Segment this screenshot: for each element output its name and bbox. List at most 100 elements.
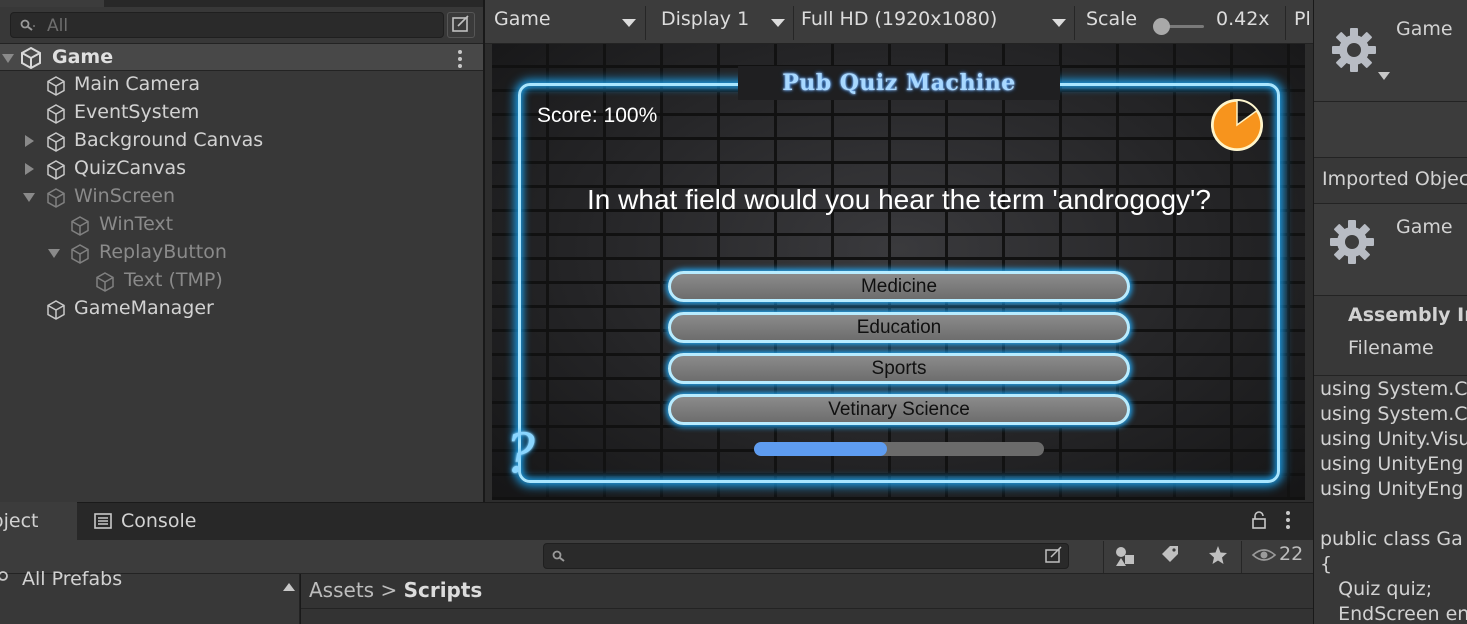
breadcrumb-assets[interactable]: Assets (309, 578, 374, 602)
display-dropdown[interactable]: Display 1 (661, 8, 749, 38)
code-line: EndScreen en (1320, 603, 1467, 624)
lock-icon[interactable] (1251, 511, 1267, 529)
answer-button-3[interactable]: Sports (668, 353, 1130, 384)
filename-label: Filename (1348, 337, 1434, 359)
expand-arrow-icon[interactable] (23, 193, 35, 202)
toolbar-divider (1074, 6, 1075, 40)
tree-item-label: EventSystem (74, 101, 200, 123)
code-line: using Unity.Visu (1320, 428, 1467, 450)
imported-object-header[interactable]: Imported Objec (1314, 158, 1467, 204)
chevron-down-icon[interactable] (622, 19, 636, 27)
tree-item-label: Background Canvas (74, 129, 264, 151)
tab-project-label: oject (0, 510, 39, 532)
scale-slider-handle[interactable] (1153, 18, 1170, 35)
inspector-script-header: Game (1314, 204, 1467, 296)
chevron-down-icon[interactable] (771, 19, 785, 27)
breadcrumb: Assets > Scripts (309, 578, 482, 602)
assembly-info-label: Assembly In (1348, 304, 1467, 326)
hierarchy-item-wintext[interactable]: WinText (0, 211, 483, 239)
timer-pie-icon (1211, 99, 1263, 151)
breadcrumb-separator: > (380, 578, 398, 602)
visible-count: 22 (1279, 543, 1304, 565)
tree-item-label: Main Camera (74, 73, 200, 95)
hierarchy-item-gamemanager[interactable]: GameManager (0, 295, 483, 323)
more-options-icon[interactable] (458, 50, 462, 68)
answer-button-1[interactable]: Medicine (668, 271, 1130, 302)
quiz-title: Pub Quiz Machine (782, 70, 1016, 96)
hierarchy-search-field[interactable]: All (10, 12, 444, 38)
expand-arrow-icon[interactable] (25, 163, 34, 175)
hierarchy-tab[interactable] (0, 0, 104, 7)
hierarchy-item-text-tmp[interactable]: Text (TMP) (0, 267, 483, 295)
search-by-type-icon[interactable] (1113, 542, 1137, 570)
tree-item-label: WinText (99, 213, 174, 235)
code-line: using System.C (1320, 403, 1467, 425)
toolbar-divider (1103, 541, 1104, 573)
hierarchy-item-eventsystem[interactable]: EventSystem (0, 99, 483, 127)
filter-icon[interactable] (1042, 545, 1066, 567)
imported-object-label: Imported Objec (1322, 168, 1467, 190)
gameobject-cube-icon (71, 244, 89, 264)
resolution-dropdown[interactable]: Full HD (1920x1080) (801, 8, 997, 38)
gameobject-cube-icon (71, 216, 89, 236)
scene-name: Game (52, 46, 114, 68)
gameobject-cube-icon (47, 132, 65, 152)
expand-arrow-icon[interactable] (48, 249, 60, 258)
toolbar-divider (645, 6, 646, 40)
all-prefabs-item[interactable]: All Prefabs (22, 568, 122, 590)
inspector-script-name: Game (1396, 216, 1453, 238)
hierarchy-item-main-camera[interactable]: Main Camera (0, 71, 483, 99)
toolbar-divider (1241, 541, 1242, 573)
answer-button-2[interactable]: Education (668, 312, 1130, 343)
view-dropdown[interactable]: Game (494, 8, 551, 38)
assembly-info-section: Assembly In Filename (1314, 296, 1467, 376)
score-text: Score: 100% (537, 104, 658, 127)
quiz-progress-bar (754, 442, 1044, 456)
gear-icon (1330, 220, 1374, 264)
answer-button-4[interactable]: Vetinary Science (668, 394, 1130, 425)
favorite-star-icon[interactable] (1207, 542, 1229, 570)
expand-arrow-icon[interactable] (25, 135, 34, 147)
chevron-down-icon[interactable] (1052, 19, 1066, 27)
hierarchy-item-quizcanvas[interactable]: QuizCanvas (0, 155, 483, 183)
tree-item-label: WinScreen (74, 185, 176, 207)
hierarchy-item-replaybutton[interactable]: ReplayButton (0, 239, 483, 267)
scene-row[interactable]: Game (0, 43, 483, 71)
expand-arrow-icon[interactable] (2, 54, 14, 63)
chevron-down-icon[interactable] (1378, 72, 1390, 80)
code-line: public class Ga (1320, 528, 1463, 550)
question-text: In what field would you hear the term 'a… (587, 184, 1211, 215)
breadcrumb-scripts[interactable]: Scripts (404, 578, 483, 602)
gameobject-cube-icon (47, 188, 65, 208)
code-line: using System.C (1320, 378, 1467, 400)
quiz-progress-fill (754, 442, 888, 456)
tree-item-label: QuizCanvas (74, 157, 186, 179)
project-search-field[interactable] (543, 543, 1069, 569)
tree-item-label: Text (TMP) (124, 269, 223, 291)
inspector-toolbar-band (1314, 102, 1467, 158)
toolbar-divider (793, 6, 794, 40)
inspector-header: Game (1314, 0, 1467, 102)
hierarchy-item-winscreen[interactable]: WinScreen (0, 183, 483, 211)
tab-console-label: Console (121, 510, 197, 532)
play-mode-dropdown[interactable]: Pl (1294, 8, 1311, 38)
more-options-icon[interactable] (1286, 511, 1290, 529)
console-icon (94, 513, 112, 529)
scale-value: 0.42x (1216, 8, 1270, 30)
script-preview: using System.C using System.C using Unit… (1314, 376, 1467, 624)
code-line: using UnityEng (1320, 478, 1464, 500)
label-tag-icon[interactable] (1159, 542, 1181, 570)
project-folders-pane: All Prefabs (0, 568, 300, 624)
tab-project[interactable]: oject (0, 502, 77, 540)
scroll-up-arrow-icon[interactable] (283, 583, 295, 591)
gameobject-cube-icon (96, 272, 114, 292)
eye-visibility-icon[interactable] (1251, 542, 1277, 570)
code-line: Quiz quiz; (1320, 578, 1433, 600)
hierarchy-search-placeholder: All (47, 16, 69, 36)
gameobject-cube-icon (47, 76, 65, 96)
hierarchy-item-background-canvas[interactable]: Background Canvas (0, 127, 483, 155)
question-mark-decoration: ? (506, 422, 535, 485)
gameobject-cube-icon (47, 300, 65, 320)
tree-item-label: GameManager (74, 297, 214, 319)
search-by-type-button[interactable] (447, 12, 475, 38)
